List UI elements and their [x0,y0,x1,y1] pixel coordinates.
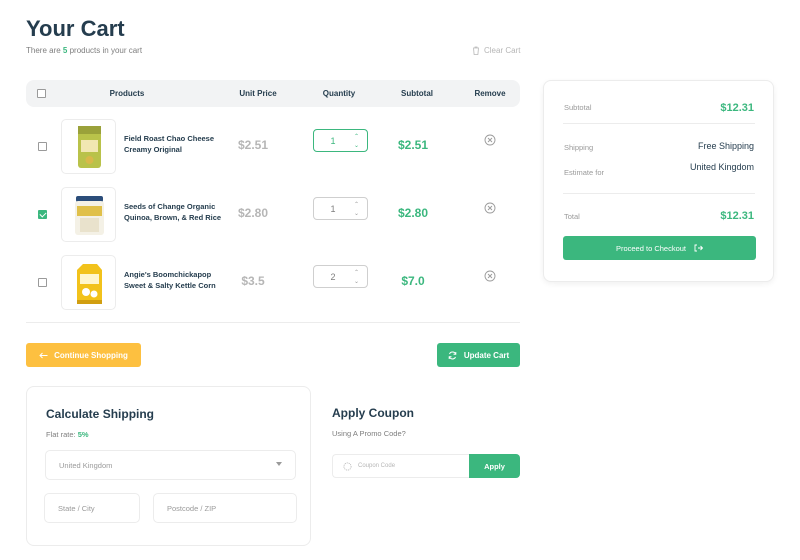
clear-cart-label: Clear Cart [484,46,521,55]
apply-label: Apply [484,461,505,471]
country-select-value: United Kingdom [59,461,113,470]
continue-shopping-button[interactable]: Continue Shopping [26,343,141,367]
proceed-to-checkout-button[interactable]: Proceed to Checkout [563,236,756,260]
product-image-quinoa[interactable] [61,187,116,242]
flat-rate-prefix: Flat rate: [46,430,78,439]
chevron-up-icon[interactable]: ⌃ [354,270,359,276]
continue-shopping-label: Continue Shopping [54,350,128,360]
remove-circle-x-icon[interactable] [484,202,496,214]
summary-total-label: Total [564,212,580,221]
shipping-title: Calculate Shipping [46,407,155,421]
chevron-up-icon[interactable]: ⌃ [354,202,359,208]
summary-shipping-value: Free Shipping [697,141,754,151]
col-header-unit-price: Unit Price [239,89,277,98]
cart-row: Seeds of Change Organic Quinoa, Brown, &… [26,187,520,243]
chevron-down-icon [276,462,282,466]
postcode-field[interactable]: Postcode / ZIP [153,493,297,523]
product-name[interactable]: Seeds of Change Organic Quinoa, Brown, &… [124,201,224,223]
arrow-left-icon [39,352,48,358]
refresh-icon [448,351,457,359]
cart-table-header: Products Unit Price Quantity Subtotal Re… [26,80,520,107]
clear-cart-button[interactable]: Clear Cart [472,46,520,55]
subtitle-prefix: There are [26,46,63,55]
calculate-shipping-card: Calculate Shipping Flat rate: 5% United … [26,386,311,546]
quantity-value[interactable]: 1 [314,136,352,146]
summary-total-value: $12.31 [720,210,754,222]
row-subtotal: $2.51 [397,138,429,152]
chevron-down-icon[interactable]: ⌄ [354,211,359,217]
postcode-placeholder: Postcode / ZIP [167,504,217,513]
subtitle-suffix: products in your cart [67,46,143,55]
quantity-stepper[interactable]: 2 ⌃ ⌄ [313,265,368,288]
summary-divider [563,193,755,194]
chevron-down-icon[interactable]: ⌄ [354,143,359,149]
summary-shipping-label: Shipping [564,143,594,152]
quantity-value[interactable]: 1 [314,204,352,214]
coupon-placeholder: Coupon Code [358,463,396,469]
page-title: Your Cart [26,16,125,41]
chevron-up-icon[interactable]: ⌃ [354,134,359,140]
summary-subtotal-label: Subtotal [564,103,592,112]
apply-coupon-button[interactable]: Apply [469,454,520,478]
unit-price: $2.51 [237,138,269,152]
summary-estimate-value: United Kingdom [689,162,754,172]
unit-price: $2.80 [237,206,269,220]
row-checkbox[interactable] [38,142,47,151]
quantity-stepper[interactable]: 1 ⌃ ⌄ [313,197,368,220]
product-name[interactable]: Angie's Boomchickapop Sweet & Salty Kett… [124,269,224,291]
col-header-remove: Remove [474,89,506,98]
product-name[interactable]: Field Roast Chao Cheese Creamy Original [124,133,224,155]
product-image-cheese[interactable] [61,119,116,174]
quantity-stepper[interactable]: 1 ⌃ ⌄ [313,129,368,152]
checkout-label: Proceed to Checkout [615,243,687,253]
row-checkbox[interactable] [38,278,47,287]
coupon-tag-icon [343,462,352,470]
flat-rate-value: 5% [77,430,89,439]
exit-arrow-icon [694,244,704,252]
row-subtotal: $2.80 [397,206,429,220]
cart-summary-card: Subtotal $12.31 Shipping Free Shipping E… [543,80,774,282]
col-header-products: Products [109,89,145,98]
cart-count-text: There are 5 products in your cart [26,46,142,55]
update-cart-label: Update Cart [463,350,510,360]
select-all-checkbox[interactable] [37,89,46,98]
update-cart-button[interactable]: Update Cart [437,343,520,367]
quantity-value[interactable]: 2 [314,272,352,282]
product-image-popcorn[interactable] [61,255,116,310]
trash-icon [473,46,479,55]
country-select[interactable]: United Kingdom [45,450,296,480]
summary-estimate-label: Estimate for [564,168,605,177]
state-city-placeholder: State / City [58,504,95,513]
summary-divider [563,123,755,124]
cart-row: Field Roast Chao Cheese Creamy Original … [26,119,520,175]
remove-circle-x-icon[interactable] [484,134,496,146]
row-subtotal: $7.0 [401,274,425,288]
coupon-code-input[interactable]: Coupon Code [332,454,470,478]
unit-price: $3.5 [241,274,265,288]
col-header-subtotal: Subtotal [401,89,433,98]
cart-row: Angie's Boomchickapop Sweet & Salty Kett… [26,255,520,311]
coupon-title: Apply Coupon [332,406,414,420]
flat-rate-text: Flat rate: 5% [46,430,89,439]
remove-circle-x-icon[interactable] [484,270,496,282]
coupon-subtitle: Using A Promo Code? [332,429,406,438]
summary-subtotal-value: $12.31 [720,102,754,114]
col-header-quantity: Quantity [322,89,356,98]
state-city-field[interactable]: State / City [44,493,140,523]
row-checkbox[interactable] [38,210,47,219]
chevron-down-icon[interactable]: ⌄ [354,279,359,285]
table-divider [26,322,520,323]
